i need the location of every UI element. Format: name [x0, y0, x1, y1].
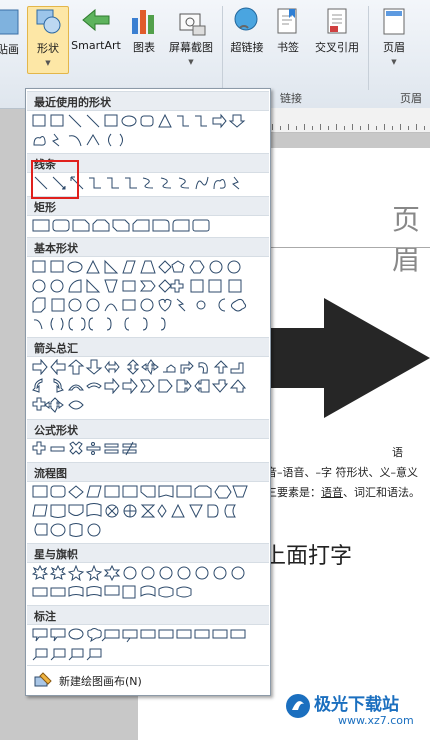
group-links-label: 链接 [280, 92, 302, 105]
group-header-footer-label: 页眉 [400, 92, 422, 105]
picture-icon [0, 9, 19, 35]
ribbon-separator [368, 6, 369, 90]
horizontal-ruler[interactable] [266, 108, 430, 133]
basic-shapes-row[interactable] [32, 297, 264, 313]
hyperlink-label: 超链接 [230, 41, 264, 54]
section-callouts: 标注 [27, 605, 269, 625]
chart-button[interactable]: 图表 [128, 6, 160, 55]
section-equation-shapes: 公式形状 [27, 419, 269, 439]
section-recent: 最近使用的形状 [27, 91, 269, 111]
header-label: 页眉 [383, 41, 405, 54]
doc-text-segment: 三要素是： [266, 486, 321, 499]
equation-shapes-row[interactable] [32, 441, 264, 457]
section-stars-banners: 星与旗帜 [27, 543, 269, 563]
picture-button[interactable]: 贴画 [0, 6, 22, 57]
recent-shapes-row[interactable] [32, 132, 264, 148]
watermark-title: 极光下载站 [314, 695, 399, 715]
section-basic-shapes: 基本形状 [27, 237, 269, 257]
stars-banners-row[interactable] [32, 565, 264, 581]
callouts-row[interactable] [32, 627, 264, 643]
hyperlink-button[interactable]: 超链接 [227, 6, 267, 55]
flowchart-row[interactable] [32, 522, 264, 538]
bookmark-icon [277, 8, 297, 34]
basic-shapes-row[interactable] [32, 278, 264, 294]
bookmark-button[interactable]: 书签 [272, 6, 304, 55]
shapes-icon [36, 9, 61, 34]
block-arrows-row[interactable] [32, 359, 264, 375]
screenshot-label: 屏幕截图 [169, 41, 213, 54]
doc-text-segment: 、词汇和语法。 [343, 486, 420, 499]
section-rectangles: 矩形 [27, 196, 269, 216]
chevron-down-icon: ▼ [45, 59, 51, 67]
header-icon [383, 8, 405, 35]
doc-text-underlined: 语音 [321, 486, 343, 499]
doc-text-line: 语 [392, 446, 403, 459]
doc-heading-text: 上面打字 [264, 544, 353, 569]
bar-chart-icon [132, 10, 154, 34]
cross-reference-button[interactable]: 交叉引用 [308, 6, 366, 55]
site-logo-icon [286, 694, 310, 718]
watermark: 极光下载站 www.xz7.com [282, 688, 428, 736]
block-arrows-row[interactable] [32, 397, 264, 413]
smartart-icon [82, 8, 110, 32]
smartart-label: SmartArt [71, 39, 121, 52]
shapes-label: 形状 [37, 42, 59, 55]
basic-shapes-row[interactable] [32, 316, 264, 332]
section-block-arrows: 箭头总汇 [27, 337, 269, 357]
flowchart-row[interactable] [32, 503, 264, 519]
smartart-button[interactable]: SmartArt [69, 6, 123, 52]
globe-link-icon [234, 7, 258, 31]
chevron-down-icon: ▼ [188, 58, 194, 66]
doc-text-line: 三要素是：语音、词汇和语法。 [266, 484, 420, 500]
callouts-row[interactable] [32, 646, 264, 662]
ribbon-separator [222, 6, 223, 90]
cross-reference-icon [327, 8, 347, 34]
cross-reference-label: 交叉引用 [315, 41, 359, 54]
highlight-annotation-box [31, 160, 79, 199]
flowchart-row[interactable] [32, 484, 264, 500]
chart-label: 图表 [133, 41, 155, 54]
shapes-button[interactable]: 形状 ▼ [27, 6, 69, 74]
basic-shapes-row[interactable] [32, 259, 264, 275]
block-arrows-row[interactable] [32, 378, 264, 394]
drawing-canvas-icon [34, 672, 52, 687]
new-drawing-canvas-label: 新建绘图画布(N) [59, 675, 142, 688]
chevron-down-icon: ▼ [391, 58, 397, 66]
camera-icon [179, 13, 206, 36]
recent-shapes-row[interactable] [32, 113, 264, 129]
screenshot-button[interactable]: 屏幕截图 ▼ [164, 6, 218, 66]
section-flowchart: 流程图 [27, 462, 269, 482]
header-button[interactable]: 页眉 ▼ [376, 6, 412, 66]
right-arrow-shape[interactable] [266, 298, 430, 418]
doc-text-line: 音–语音、–字 符形状、义–意义 [266, 466, 418, 479]
new-drawing-canvas-item[interactable]: 新建绘图画布(N) [27, 665, 269, 694]
picture-label: 贴画 [0, 43, 19, 56]
watermark-url: www.xz7.com [338, 714, 414, 727]
bookmark-label: 书签 [277, 41, 299, 54]
header-text: 页眉 [392, 203, 421, 276]
rectangles-row[interactable] [32, 218, 264, 234]
stars-banners-row[interactable] [32, 584, 264, 600]
